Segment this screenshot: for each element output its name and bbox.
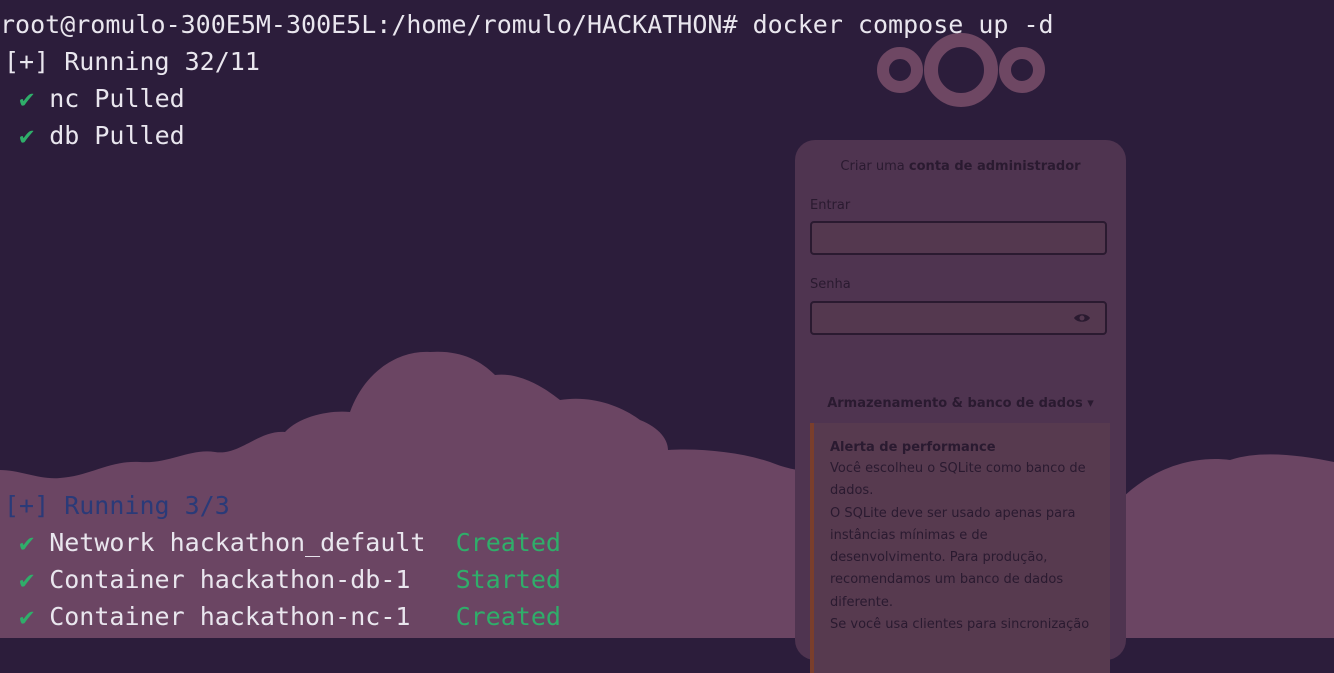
resource-status: Created: [455, 602, 561, 631]
shell-command: docker compose up -d: [752, 10, 1054, 39]
pull-status: Pulled: [94, 121, 185, 150]
resource-name: Network hackathon_default: [49, 528, 426, 557]
resource-name: Container hackathon-nc-1: [49, 602, 411, 631]
resource-status-line: ✔ Container hackathon-nc-1 Created: [4, 598, 561, 635]
command-line: root@romulo-300E5M-300E5L:/home/romulo/H…: [0, 6, 1054, 43]
image-name: db: [49, 121, 80, 150]
check-icon: ✔: [19, 565, 35, 594]
terminal-output: root@romulo-300E5M-300E5L:/home/romulo/H…: [0, 0, 1334, 638]
pull-status-line: ✔ db Pulled: [4, 117, 185, 154]
resource-status: Started: [455, 565, 561, 594]
resource-name: Container hackathon-db-1: [49, 565, 411, 594]
resource-status-line: ✔ Container hackathon-db-1 Started: [4, 561, 561, 598]
pull-status-line: ✔ nc Pulled: [4, 80, 185, 117]
check-icon: ✔: [19, 121, 35, 150]
running-progress-final: [+] Running 3/3: [4, 491, 230, 520]
resource-status-line: ✔ Network hackathon_default Created: [4, 524, 561, 561]
check-icon: ✔: [19, 528, 35, 557]
running-progress: [+] Running 32/11: [4, 47, 260, 76]
check-icon: ✔: [19, 84, 35, 113]
image-name: nc: [49, 84, 80, 113]
pull-status: Pulled: [94, 84, 185, 113]
check-icon: ✔: [19, 602, 35, 631]
resource-status: Created: [455, 528, 561, 557]
shell-prompt: root@romulo-300E5M-300E5L:/home/romulo/H…: [0, 10, 738, 39]
